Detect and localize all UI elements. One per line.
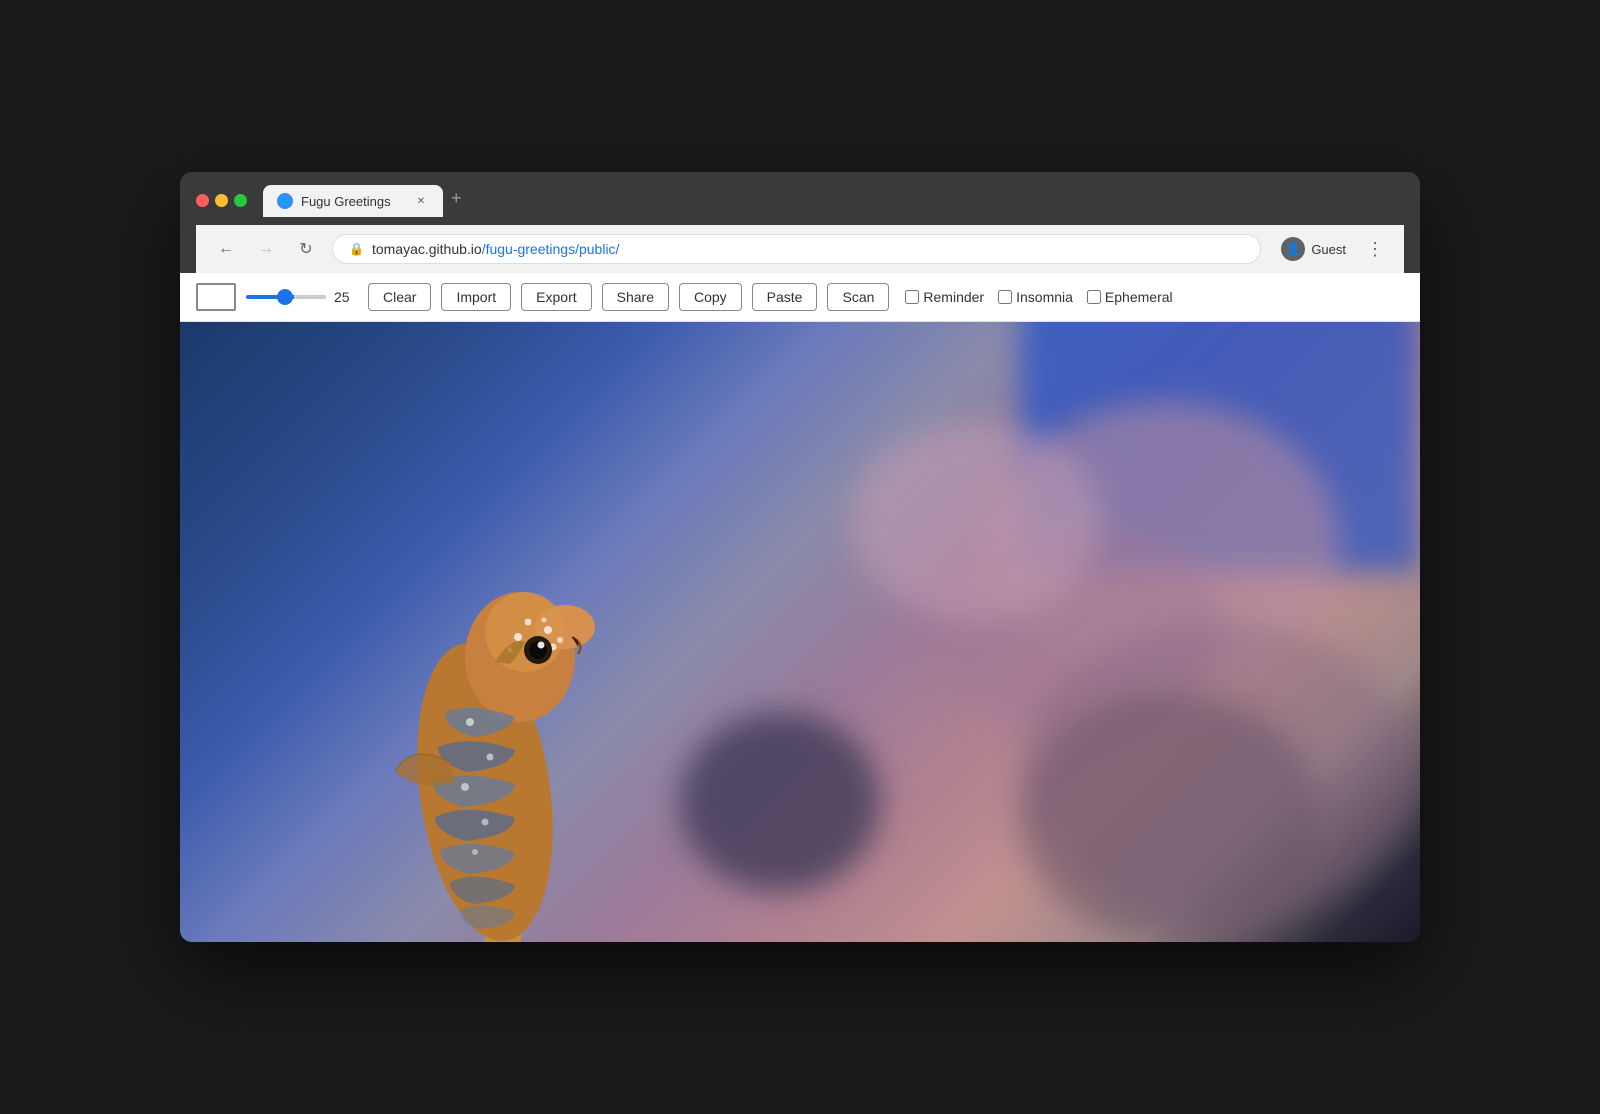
clear-button[interactable]: Clear: [368, 283, 431, 311]
coral-blob-5: [1020, 692, 1320, 942]
coral-blob-6: [680, 712, 880, 892]
reload-icon: ↻: [299, 239, 312, 259]
active-tab[interactable]: 🌐 Fugu Greetings ✕: [263, 185, 443, 217]
tab-close-button[interactable]: ✕: [413, 193, 429, 209]
reminder-text: Reminder: [923, 289, 984, 305]
url-path: /fugu-greetings/public/: [482, 241, 620, 257]
stroke-slider[interactable]: [246, 295, 326, 299]
lock-icon: 🔒: [349, 242, 364, 256]
back-icon: ←: [218, 240, 234, 258]
new-tab-button[interactable]: +: [443, 184, 470, 213]
browser-window: 🌐 Fugu Greetings ✕ + ← → ↻: [180, 172, 1420, 942]
insomnia-text: Insomnia: [1016, 289, 1073, 305]
ephemeral-checkbox[interactable]: [1087, 290, 1101, 304]
favicon-symbol: 🌐: [279, 196, 291, 207]
traffic-lights: [196, 194, 247, 207]
share-button[interactable]: Share: [602, 283, 669, 311]
forward-icon: →: [258, 240, 274, 258]
import-button[interactable]: Import: [441, 283, 511, 311]
fish-svg: [300, 482, 660, 942]
copy-button[interactable]: Copy: [679, 283, 742, 311]
tab-favicon: 🌐: [277, 193, 293, 209]
back-button[interactable]: ←: [212, 235, 240, 263]
address-bar: ← → ↻ 🔒 tomayac.github.io/fugu-greetings…: [196, 225, 1404, 273]
fish-container: [300, 482, 660, 942]
underwater-scene: [180, 322, 1420, 942]
insomnia-label[interactable]: Insomnia: [998, 289, 1073, 305]
canvas-area[interactable]: [180, 322, 1420, 942]
insomnia-checkbox[interactable]: [998, 290, 1012, 304]
minimize-button[interactable]: [215, 194, 228, 207]
export-button[interactable]: Export: [521, 283, 591, 311]
close-icon: ✕: [417, 196, 425, 207]
profile-label: Guest: [1311, 242, 1346, 257]
ephemeral-text: Ephemeral: [1105, 289, 1173, 305]
chrome-menu-button[interactable]: ⋮: [1362, 235, 1388, 264]
profile-area: 👤 Guest ⋮: [1273, 233, 1388, 265]
scan-button[interactable]: Scan: [827, 283, 889, 311]
url-bar[interactable]: 🔒 tomayac.github.io/fugu-greetings/publi…: [332, 234, 1261, 264]
app-toolbar: 25 Clear Import Export Share Copy Paste …: [180, 273, 1420, 322]
stroke-value: 25: [334, 289, 358, 305]
slider-container: 25: [246, 289, 358, 305]
coral-blob-4: [850, 422, 1100, 622]
title-bar-top: 🌐 Fugu Greetings ✕ +: [196, 184, 1404, 217]
reminder-label[interactable]: Reminder: [905, 289, 984, 305]
avatar-icon: 👤: [1286, 242, 1301, 256]
url-text: tomayac.github.io/fugu-greetings/public/: [372, 241, 620, 257]
ephemeral-label[interactable]: Ephemeral: [1087, 289, 1173, 305]
title-bar: 🌐 Fugu Greetings ✕ + ← → ↻: [180, 172, 1420, 273]
tab-bar: 🌐 Fugu Greetings ✕ +: [263, 184, 470, 217]
maximize-button[interactable]: [234, 194, 247, 207]
tab-title: Fugu Greetings: [301, 194, 405, 209]
profile-avatar: 👤: [1281, 237, 1305, 261]
profile-button[interactable]: 👤 Guest: [1273, 233, 1354, 265]
checkbox-group: Reminder Insomnia Ephemeral: [905, 289, 1172, 305]
color-swatch[interactable]: [196, 283, 236, 311]
url-domain: tomayac.github.io: [372, 241, 482, 257]
reminder-checkbox[interactable]: [905, 290, 919, 304]
close-button[interactable]: [196, 194, 209, 207]
reload-button[interactable]: ↻: [292, 235, 320, 263]
paste-button[interactable]: Paste: [752, 283, 818, 311]
forward-button[interactable]: →: [252, 235, 280, 263]
